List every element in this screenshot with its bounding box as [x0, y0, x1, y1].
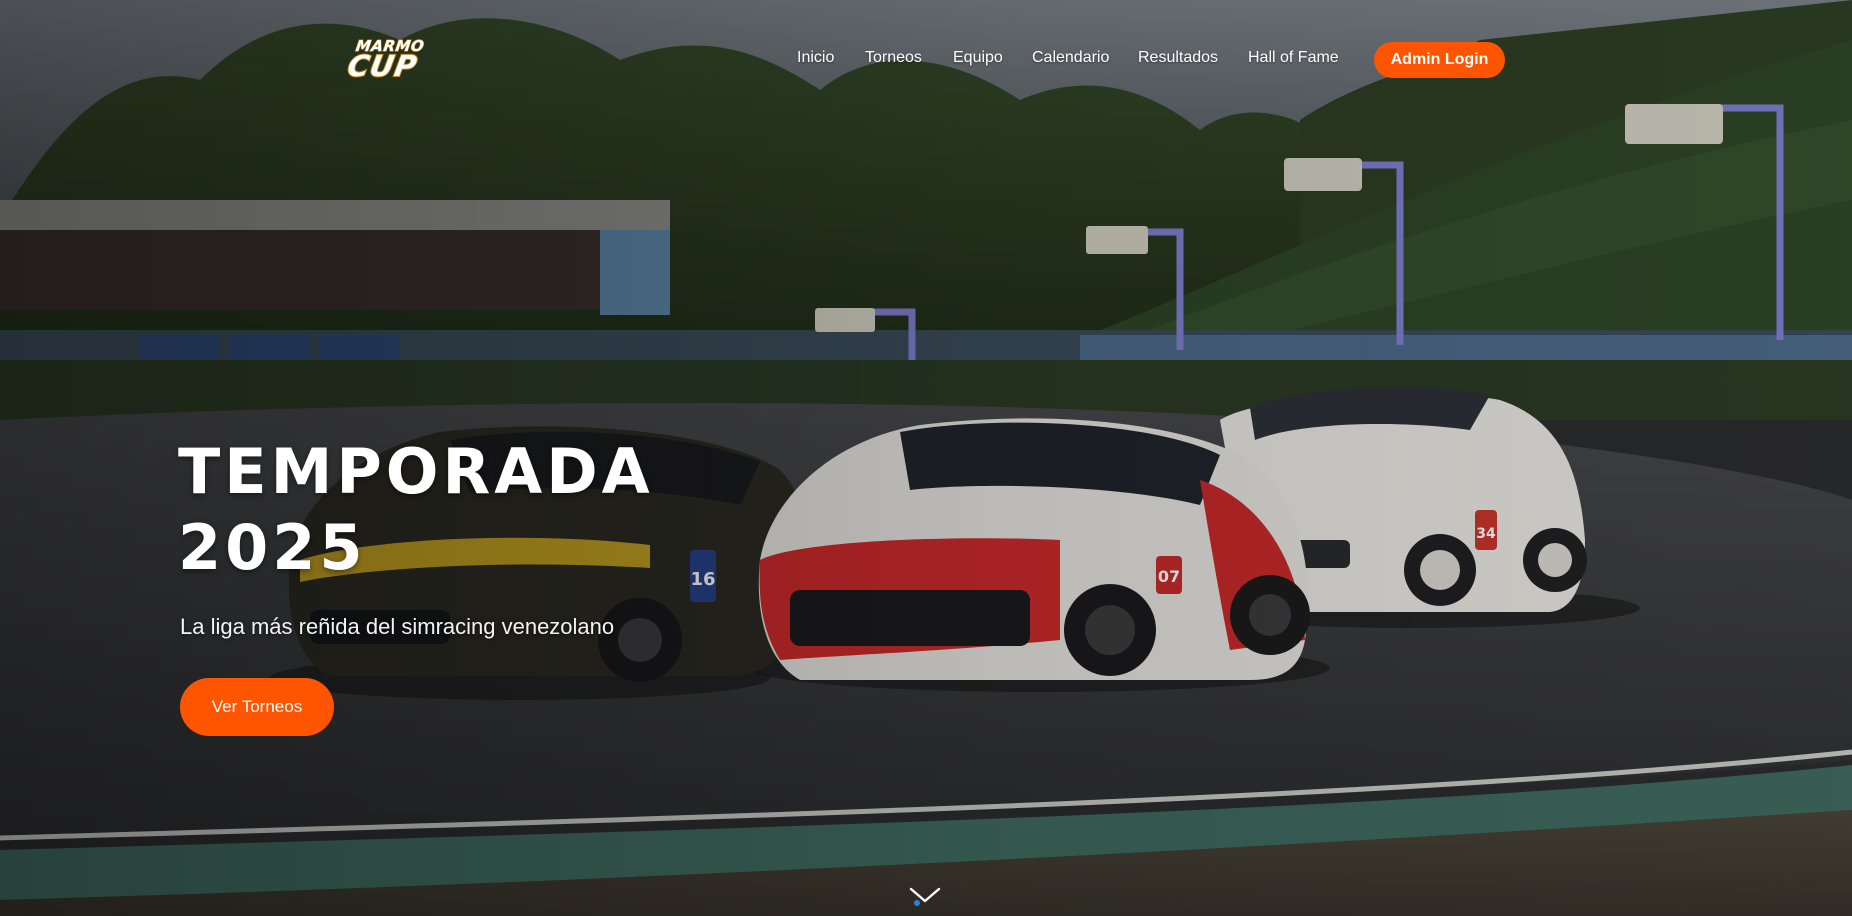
site-logo[interactable]: MARMO CUP: [344, 33, 444, 84]
nav-item-torneos[interactable]: Torneos: [865, 49, 922, 67]
chevron-down-icon: [909, 887, 941, 906]
hero-title: TEMPORADA 2025: [178, 434, 654, 586]
ver-torneos-button[interactable]: Ver Torneos: [180, 678, 334, 736]
hero-subtitle: La liga más reñida del simracing venezol…: [180, 614, 615, 639]
nav-item-resultados[interactable]: Resultados: [1138, 49, 1218, 67]
nav-item-calendario[interactable]: Calendario: [1032, 49, 1109, 67]
hero-title-line1: TEMPORADA: [178, 435, 654, 508]
nav-item-equipo[interactable]: Equipo: [953, 49, 1003, 67]
hero-title-line2: 2025: [178, 511, 367, 584]
logo-text-bottom: CUP: [344, 48, 421, 84]
nav-item-inicio[interactable]: Inicio: [797, 49, 834, 67]
admin-login-button[interactable]: Admin Login: [1374, 42, 1505, 78]
scroll-down-indicator[interactable]: [908, 885, 942, 907]
nav-item-hall-of-fame[interactable]: Hall of Fame: [1248, 49, 1339, 67]
